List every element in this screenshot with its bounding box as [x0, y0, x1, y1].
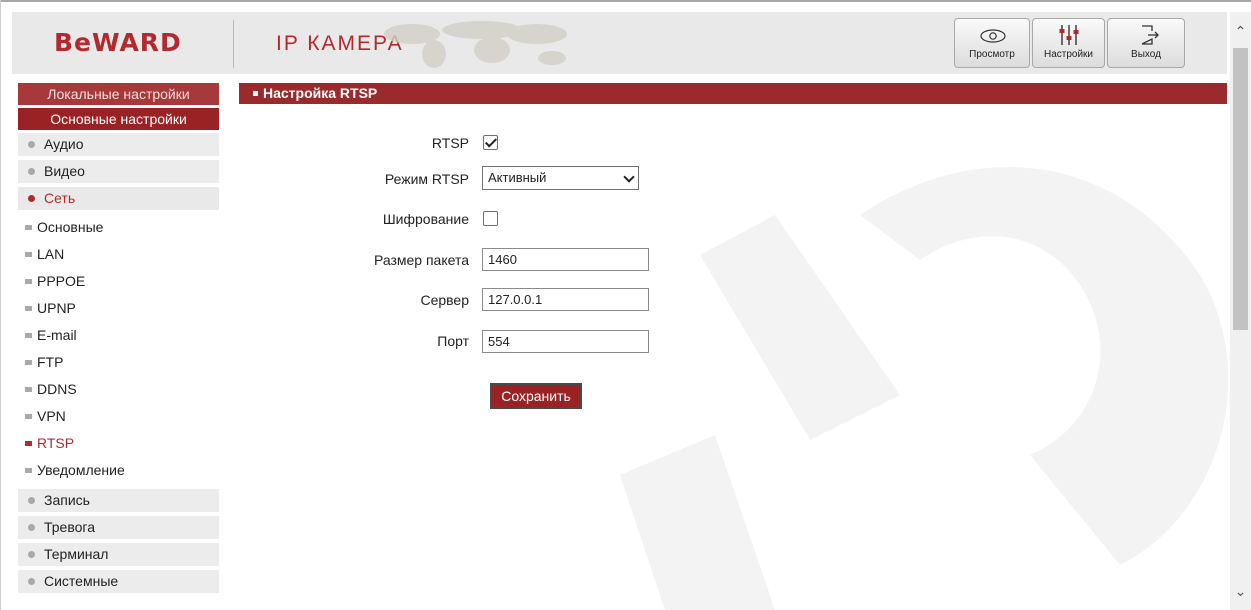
- header-divider: [233, 20, 234, 68]
- settings-button[interactable]: Настройки: [1032, 18, 1105, 68]
- square-bullet-icon: [25, 252, 32, 257]
- packet-size-input[interactable]: 1460: [482, 248, 649, 271]
- eye-icon: [980, 29, 1006, 43]
- sidebar-sub-label: RTSP: [37, 435, 75, 451]
- window-top-border: [0, 0, 1251, 2]
- sidebar-sub-pppoe[interactable]: PPPOE: [18, 268, 219, 295]
- sidebar-item-label: Запись: [44, 492, 90, 508]
- scroll-up-icon[interactable]: ⌃: [1232, 22, 1249, 40]
- sidebar-item-terminal[interactable]: Терминал: [18, 543, 219, 566]
- sidebar-sub-label: Уведомление: [37, 462, 125, 478]
- square-bullet-icon: [25, 306, 32, 311]
- sidebar-sub-label: UPNP: [37, 300, 76, 316]
- section-title: Настройка RTSP: [263, 85, 378, 101]
- chevron-down-icon: [623, 171, 635, 183]
- rtsp-mode-label: Режим RTSP: [384, 171, 469, 187]
- sidebar-local-settings[interactable]: Локальные настройки: [18, 83, 219, 105]
- sidebar-sub-upnp[interactable]: UPNP: [18, 295, 219, 322]
- sidebar-sub-basic[interactable]: Основные: [18, 214, 219, 241]
- square-bullet-icon: [25, 225, 32, 230]
- square-bullet-icon: [25, 468, 32, 473]
- sidebar-sub-vpn[interactable]: VPN: [18, 403, 219, 430]
- world-map-graphic: [384, 21, 567, 68]
- bullet-icon: [28, 497, 35, 504]
- sidebar-item-alarm[interactable]: Тревога: [18, 516, 219, 539]
- square-bullet-icon: [253, 91, 258, 96]
- sidebar-sub-label: E-mail: [37, 327, 77, 343]
- sidebar-sub-label: Основные: [37, 219, 104, 235]
- square-bullet-icon: [25, 360, 32, 365]
- sidebar-sub-label: VPN: [37, 408, 66, 424]
- sliders-icon: [1059, 25, 1079, 45]
- sidebar-item-network[interactable]: Сеть: [18, 187, 219, 210]
- bullet-icon: [28, 195, 35, 202]
- square-bullet-icon: [25, 279, 32, 284]
- square-bullet-icon: [25, 414, 32, 419]
- rtsp-mode-select[interactable]: Активный: [482, 166, 639, 190]
- sidebar-sub-lan[interactable]: LAN: [18, 241, 219, 268]
- exit-button[interactable]: Выход: [1107, 18, 1185, 68]
- encryption-checkbox[interactable]: [483, 211, 498, 226]
- sidebar-sub-ftp[interactable]: FTP: [18, 349, 219, 376]
- bullet-icon: [28, 551, 35, 558]
- save-button[interactable]: Сохранить: [490, 383, 582, 409]
- window-left-border: [0, 0, 1, 610]
- sidebar: Локальные настройки Основные настройки А…: [18, 83, 219, 597]
- packet-size-label: Размер пакета: [373, 252, 469, 268]
- square-bullet-icon: [25, 333, 32, 338]
- sidebar-item-label: Видео: [44, 163, 85, 179]
- rtsp-label: RTSP: [431, 135, 469, 151]
- sidebar-sub-label: FTP: [37, 354, 64, 370]
- sidebar-item-system[interactable]: Системные: [18, 570, 219, 593]
- sidebar-main-settings[interactable]: Основные настройки: [18, 108, 219, 130]
- rtsp-mode-value: Активный: [488, 170, 547, 185]
- sidebar-item-label: Терминал: [44, 546, 109, 562]
- server-input[interactable]: 127.0.0.1: [482, 288, 649, 311]
- sidebar-item-audio[interactable]: Аудио: [18, 133, 219, 156]
- rtsp-checkbox[interactable]: [483, 135, 498, 150]
- exit-icon: [1141, 25, 1159, 45]
- view-button[interactable]: Просмотр: [954, 18, 1030, 68]
- bullet-icon: [28, 524, 35, 531]
- beward-logo: BeWARD: [54, 28, 182, 57]
- exit-button-label: Выход: [1131, 49, 1161, 60]
- sidebar-item-record[interactable]: Запись: [18, 489, 219, 512]
- square-bullet-icon: [25, 387, 32, 392]
- bullet-icon: [28, 578, 35, 585]
- sidebar-item-video[interactable]: Видео: [18, 160, 219, 183]
- server-label: Сервер: [420, 292, 469, 308]
- sidebar-sub-email[interactable]: E-mail: [18, 322, 219, 349]
- sidebar-sub-label: PPPOE: [37, 273, 86, 289]
- sidebar-item-label: Тревога: [44, 519, 95, 535]
- sidebar-item-label: Сеть: [44, 190, 76, 206]
- port-label: Порт: [437, 333, 469, 349]
- encryption-label: Шифрование: [382, 211, 469, 227]
- sidebar-item-label: Аудио: [44, 136, 84, 152]
- bullet-icon: [28, 141, 35, 148]
- sidebar-sub-label: LAN: [37, 246, 65, 262]
- square-bullet-icon: [25, 441, 32, 446]
- header: BeWARD IP КАМЕРА Просмотр Настройки Выхо…: [12, 12, 1227, 74]
- settings-button-label: Настройки: [1043, 49, 1094, 60]
- bullet-icon: [28, 168, 35, 175]
- sidebar-sub-notification[interactable]: Уведомление: [18, 457, 219, 484]
- sidebar-sub-rtsp[interactable]: RTSP: [18, 430, 219, 457]
- sidebar-sub-label: DDNS: [37, 381, 77, 397]
- sidebar-item-label: Системные: [44, 573, 119, 589]
- view-button-label: Просмотр: [969, 49, 1015, 60]
- sidebar-sub-ddns[interactable]: DDNS: [18, 376, 219, 403]
- beward-watermark: [620, 167, 1229, 610]
- port-input[interactable]: 554: [482, 330, 649, 353]
- section-title-bar: Настройка RTSP: [239, 83, 1227, 104]
- app-window: BeWARD IP КАМЕРА Просмотр Настройки Выхо…: [0, 0, 1251, 610]
